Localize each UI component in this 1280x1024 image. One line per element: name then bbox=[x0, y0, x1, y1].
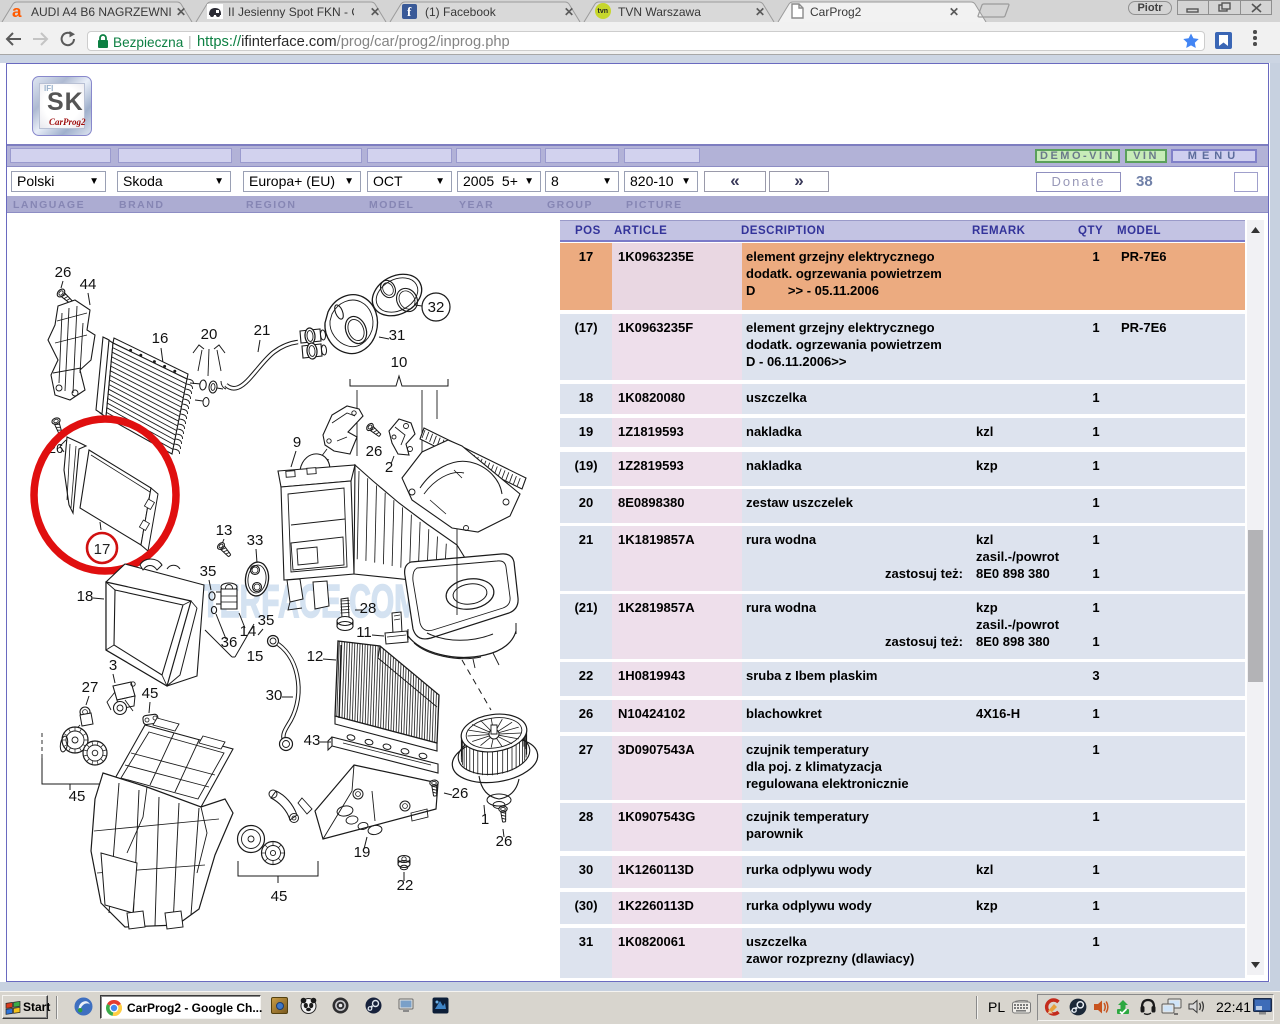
svg-text:43: 43 bbox=[304, 732, 321, 749]
svg-text:32: 32 bbox=[428, 299, 445, 316]
svg-text:45: 45 bbox=[69, 788, 86, 805]
svg-text:31: 31 bbox=[389, 327, 406, 344]
svg-text:44: 44 bbox=[80, 276, 97, 293]
svg-text:19: 19 bbox=[354, 844, 371, 861]
svg-text:16: 16 bbox=[152, 330, 169, 347]
svg-text:12: 12 bbox=[307, 648, 324, 665]
svg-text:30: 30 bbox=[266, 687, 283, 704]
svg-text:28: 28 bbox=[360, 600, 377, 617]
svg-text:22: 22 bbox=[397, 877, 414, 894]
svg-text:20: 20 bbox=[201, 326, 218, 343]
svg-text:26: 26 bbox=[366, 443, 383, 460]
svg-text:15: 15 bbox=[247, 648, 264, 665]
svg-text:3: 3 bbox=[109, 657, 117, 674]
svg-text:26: 26 bbox=[55, 264, 72, 281]
svg-text:35: 35 bbox=[258, 612, 275, 629]
svg-text:26: 26 bbox=[452, 785, 469, 802]
svg-text:45: 45 bbox=[271, 888, 288, 905]
svg-text:45: 45 bbox=[142, 685, 159, 702]
svg-text:9: 9 bbox=[293, 434, 301, 451]
svg-text:10: 10 bbox=[391, 354, 408, 371]
svg-text:14: 14 bbox=[240, 623, 257, 640]
svg-text:33: 33 bbox=[247, 532, 264, 549]
svg-text:18: 18 bbox=[77, 588, 94, 605]
svg-text:35: 35 bbox=[200, 563, 217, 580]
svg-text:27: 27 bbox=[82, 679, 99, 696]
svg-text:13: 13 bbox=[216, 522, 233, 539]
svg-text:21: 21 bbox=[254, 322, 271, 339]
svg-text:11: 11 bbox=[356, 624, 372, 641]
svg-text:17: 17 bbox=[94, 541, 111, 558]
